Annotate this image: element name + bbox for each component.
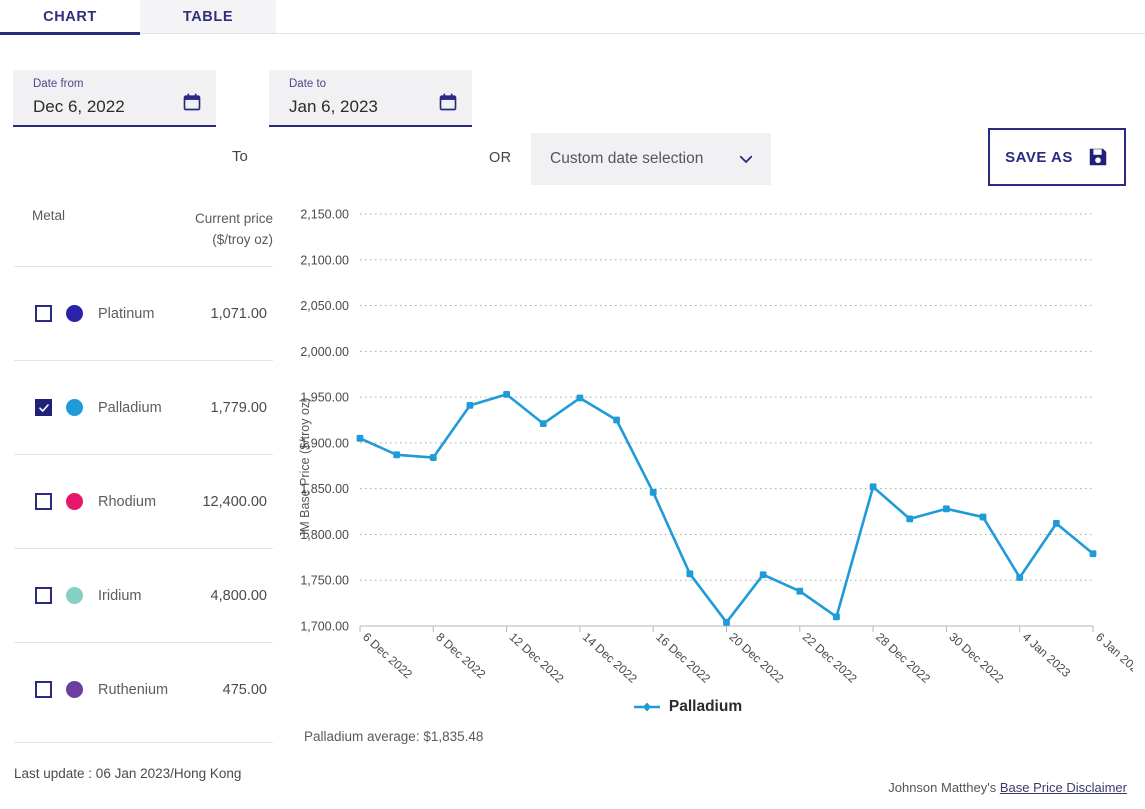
svg-text:2,000.00: 2,000.00	[300, 345, 349, 359]
svg-text:30 Dec 2022: 30 Dec 2022	[946, 630, 1006, 686]
tab-active-indicator	[0, 32, 140, 35]
svg-text:2,100.00: 2,100.00	[300, 253, 349, 267]
tab-table-label: TABLE	[183, 9, 233, 25]
chart-canvas: 1,700.00 1,750.00 1,800.00 1,850.00 1,900.00…	[288, 186, 1133, 686]
metal-price: 1,071.00	[211, 306, 273, 322]
metal-name: Ruthenium	[98, 682, 223, 698]
tab-bar: CHART TABLE	[0, 0, 1145, 34]
custom-date-selection-value: Custom date selection	[550, 150, 737, 168]
tab-chart[interactable]: CHART	[0, 0, 140, 34]
checkbox-iridium[interactable]	[35, 587, 52, 604]
or-separator: OR	[489, 150, 511, 166]
table-row[interactable]: Rhodium 12,400.00	[14, 454, 273, 548]
svg-text:1,700.00: 1,700.00	[300, 620, 349, 634]
checkbox-rhodium[interactable]	[35, 493, 52, 510]
last-update-text: Last update : 06 Jan 2023/Hong Kong	[14, 766, 241, 781]
legend-label-palladium: Palladium	[669, 698, 742, 716]
metal-name: Platinum	[98, 306, 211, 322]
footer-prefix: Johnson Matthey's	[888, 780, 1000, 795]
price-chart: JM Base Price ($/troy oz) 1,700.001,750.…	[288, 186, 1133, 746]
save-disk-icon	[1087, 146, 1109, 168]
tab-chart-label: CHART	[43, 9, 97, 25]
footer-disclaimer: Johnson Matthey's Base Price Disclaimer	[888, 780, 1127, 795]
svg-text:22 Dec 2022: 22 Dec 2022	[800, 630, 860, 686]
table-row[interactable]: Ruthenium 475.00	[14, 642, 273, 736]
date-from-field[interactable]: Date from Dec 6, 2022	[13, 70, 216, 127]
date-to-value: Jan 6, 2023	[289, 95, 460, 119]
date-controls: Date from Dec 6, 2022 To Date to Jan 6, …	[0, 60, 1145, 140]
metal-price: 475.00	[223, 682, 273, 698]
color-swatch-platinum	[66, 305, 83, 322]
checkbox-palladium[interactable]	[35, 399, 52, 416]
svg-text:14 Dec 2022: 14 Dec 2022	[580, 630, 640, 686]
date-from-label: Date from	[33, 77, 204, 91]
legend-marker-icon	[634, 701, 660, 713]
metal-name: Iridium	[98, 588, 211, 604]
chart-average-text: Palladium average: $1,835.48	[304, 729, 483, 744]
svg-text:1,950.00: 1,950.00	[300, 391, 349, 405]
custom-date-selection-dropdown[interactable]: Custom date selection	[531, 133, 771, 185]
svg-text:1,800.00: 1,800.00	[300, 528, 349, 542]
metal-price: 4,800.00	[211, 588, 273, 604]
svg-text:6 Dec 2022: 6 Dec 2022	[360, 630, 415, 682]
chevron-down-icon[interactable]	[737, 150, 755, 168]
metal-price: 12,400.00	[202, 494, 273, 510]
tab-table[interactable]: TABLE	[140, 0, 276, 34]
date-to-label: Date to	[289, 77, 460, 91]
svg-text:2,050.00: 2,050.00	[300, 299, 349, 313]
tab-baseline	[140, 33, 1145, 34]
color-swatch-ruthenium	[66, 681, 83, 698]
table-row[interactable]: Iridium 4,800.00	[14, 548, 273, 642]
header-current-price: Current price ($/troy oz)	[154, 208, 273, 250]
base-price-disclaimer-link[interactable]: Base Price Disclaimer	[1000, 780, 1127, 795]
svg-text:1,750.00: 1,750.00	[300, 574, 349, 588]
chart-legend: Palladium	[288, 698, 1088, 716]
svg-text:1,900.00: 1,900.00	[300, 436, 349, 450]
header-current-price-line2: ($/troy oz)	[154, 229, 273, 250]
metal-name: Palladium	[98, 400, 211, 416]
save-as-button[interactable]: SAVE AS	[988, 128, 1126, 186]
metal-name: Rhodium	[98, 494, 202, 510]
svg-text:1,850.00: 1,850.00	[300, 482, 349, 496]
svg-text:28 Dec 2022: 28 Dec 2022	[873, 630, 933, 686]
header-metal: Metal	[14, 208, 154, 250]
checkbox-ruthenium[interactable]	[35, 681, 52, 698]
date-to-field[interactable]: Date to Jan 6, 2023	[269, 70, 472, 127]
svg-text:8 Dec 2022: 8 Dec 2022	[433, 630, 488, 682]
svg-text:16 Dec 2022: 16 Dec 2022	[653, 630, 713, 686]
calendar-icon[interactable]	[182, 92, 202, 112]
header-current-price-line1: Current price	[154, 208, 273, 229]
svg-text:4 Jan 2023: 4 Jan 2023	[1020, 630, 1074, 680]
svg-text:12 Dec 2022: 12 Dec 2022	[507, 630, 567, 686]
checkbox-platinum[interactable]	[35, 305, 52, 322]
table-row[interactable]: Palladium 1,779.00	[14, 360, 273, 454]
svg-text:20 Dec 2022: 20 Dec 2022	[726, 630, 786, 686]
svg-text:6 Jan 2023: 6 Jan 2023	[1093, 630, 1133, 680]
color-swatch-palladium	[66, 399, 83, 416]
table-row[interactable]: Platinum 1,071.00	[14, 266, 273, 360]
price-chart-page: CHART TABLE Date from Dec 6, 2022 To Dat…	[0, 0, 1145, 809]
svg-text:2,150.00: 2,150.00	[300, 208, 349, 222]
color-swatch-iridium	[66, 587, 83, 604]
metals-table-header: Metal Current price ($/troy oz)	[14, 196, 273, 266]
metals-table-bottom-divider	[14, 742, 273, 743]
color-swatch-rhodium	[66, 493, 83, 510]
to-separator: To	[232, 148, 248, 165]
metal-price: 1,779.00	[211, 400, 273, 416]
metals-table: Metal Current price ($/troy oz) Platinum…	[14, 196, 273, 736]
date-from-value: Dec 6, 2022	[33, 95, 204, 119]
save-as-label: SAVE AS	[1005, 149, 1073, 166]
calendar-icon[interactable]	[438, 92, 458, 112]
